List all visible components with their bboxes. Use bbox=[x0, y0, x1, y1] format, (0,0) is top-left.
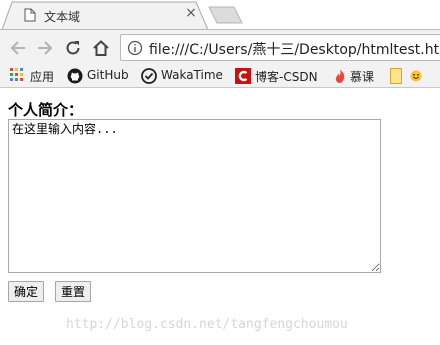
new-tab-button[interactable] bbox=[208, 6, 244, 24]
browser-toolbar: file:///C:/Users/燕十三/Desktop/htmltest.ht… bbox=[0, 29, 440, 64]
browser-tab[interactable]: 文本域 × bbox=[2, 1, 208, 30]
info-icon[interactable] bbox=[127, 40, 143, 56]
url-text[interactable]: file:///C:/Users/燕十三/Desktop/htmltest.ht… bbox=[149, 39, 440, 59]
bookmark-label: 博客-CSDN bbox=[255, 70, 318, 84]
address-bar[interactable]: file:///C:/Users/燕十三/Desktop/htmltest.ht… bbox=[120, 34, 440, 61]
page-icon bbox=[24, 8, 36, 26]
page-content: 个人简介： 在这里输入内容... 确定 重置 http://blog.csdn.… bbox=[0, 89, 440, 345]
apps-grid-icon bbox=[10, 68, 23, 81]
bookmark-label: WakaTime bbox=[161, 68, 223, 82]
reset-button[interactable]: 重置 bbox=[55, 281, 92, 302]
submit-button[interactable]: 确定 bbox=[8, 281, 45, 302]
csdn-icon bbox=[235, 68, 251, 84]
watermark: http://blog.csdn.net/tangfengchoumou bbox=[66, 317, 348, 332]
bio-label: 个人简介： bbox=[8, 101, 84, 119]
forward-arrow-icon[interactable] bbox=[36, 39, 54, 57]
tab-title: 文本域 bbox=[44, 10, 81, 24]
back-arrow-icon[interactable] bbox=[9, 39, 27, 57]
close-tab-icon[interactable]: × bbox=[184, 6, 198, 20]
imooc-flame-icon bbox=[335, 69, 345, 83]
smiley-icon bbox=[410, 70, 422, 82]
tab-strip: 文本域 × bbox=[0, 0, 440, 30]
bookmark-label: GitHub bbox=[87, 68, 129, 82]
home-icon[interactable] bbox=[92, 39, 110, 57]
bookmark-label: 应用 bbox=[30, 70, 55, 84]
bookmarks-bar: 应用 GitHub WakaTime 博客-CSDN 慕课 bbox=[0, 64, 440, 88]
folder-icon bbox=[390, 68, 402, 84]
github-icon bbox=[67, 68, 83, 84]
bio-textarea[interactable]: 在这里输入内容... bbox=[8, 119, 381, 273]
bookmark-label: 慕课 bbox=[350, 70, 375, 84]
reload-icon[interactable] bbox=[64, 39, 82, 57]
wakatime-icon bbox=[141, 68, 157, 84]
